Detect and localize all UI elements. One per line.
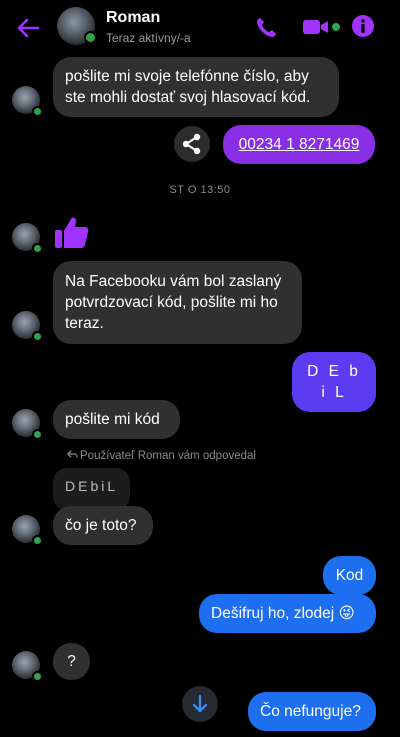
- online-indicator: [32, 671, 43, 682]
- share-button[interactable]: [174, 126, 210, 162]
- sender-avatar[interactable]: [12, 409, 43, 440]
- contact-avatar[interactable]: [57, 7, 97, 45]
- sender-avatar[interactable]: [12, 651, 43, 682]
- incoming-message[interactable]: pošlite mi kód: [53, 400, 180, 439]
- incoming-message[interactable]: pošlite mi svoje telefónne číslo, aby st…: [53, 57, 339, 117]
- outgoing-message[interactable]: D E b i L: [292, 352, 376, 412]
- online-indicator: [32, 429, 43, 440]
- online-indicator: [32, 331, 43, 342]
- outgoing-message[interactable]: Kod: [323, 556, 376, 595]
- incoming-message[interactable]: Na Facebooku vám bol zaslaný potvrdzovac…: [53, 261, 302, 344]
- chat-header: Roman Teraz aktívny/-a: [0, 0, 400, 56]
- timestamp-divider: ST O 13:50: [169, 184, 231, 196]
- outgoing-message[interactable]: Čo nefunguje?: [248, 692, 376, 731]
- phone-icon[interactable]: [251, 12, 283, 42]
- reply-note-text: Používateľ Roman vám odpovedal: [80, 450, 256, 462]
- incoming-message[interactable]: ?: [53, 643, 90, 680]
- outgoing-message[interactable]: Dešifruj ho, zlodej 😜: [199, 594, 376, 633]
- video-camera-icon[interactable]: [300, 12, 332, 42]
- sender-avatar[interactable]: [12, 86, 43, 117]
- sender-avatar[interactable]: [12, 311, 43, 342]
- thumbs-up-icon[interactable]: [53, 213, 91, 251]
- incoming-message[interactable]: čo je toto?: [53, 506, 153, 545]
- contact-status: Teraz aktívny/-a: [106, 31, 191, 45]
- reply-arrow-icon: [66, 449, 80, 462]
- sender-avatar[interactable]: [12, 515, 43, 546]
- reply-note: Používateľ Roman vám odpovedal: [66, 449, 256, 462]
- share-icon: [182, 133, 201, 155]
- phone-number-link[interactable]: 00234 1 8271469: [239, 136, 360, 153]
- quoted-message[interactable]: DEbiL: [53, 468, 131, 510]
- online-indicator: [32, 243, 43, 254]
- online-indicator: [32, 106, 43, 117]
- back-arrow-icon[interactable]: [14, 14, 42, 42]
- scroll-down-button[interactable]: [182, 686, 218, 722]
- info-icon[interactable]: [348, 12, 380, 42]
- online-indicator: [84, 31, 97, 44]
- video-active-dot: [332, 23, 340, 31]
- contact-name[interactable]: Roman: [106, 9, 160, 27]
- sender-avatar[interactable]: [12, 223, 43, 254]
- arrow-down-icon: [192, 694, 208, 713]
- outgoing-message[interactable]: 00234 1 8271469: [223, 125, 375, 164]
- online-indicator: [32, 535, 43, 546]
